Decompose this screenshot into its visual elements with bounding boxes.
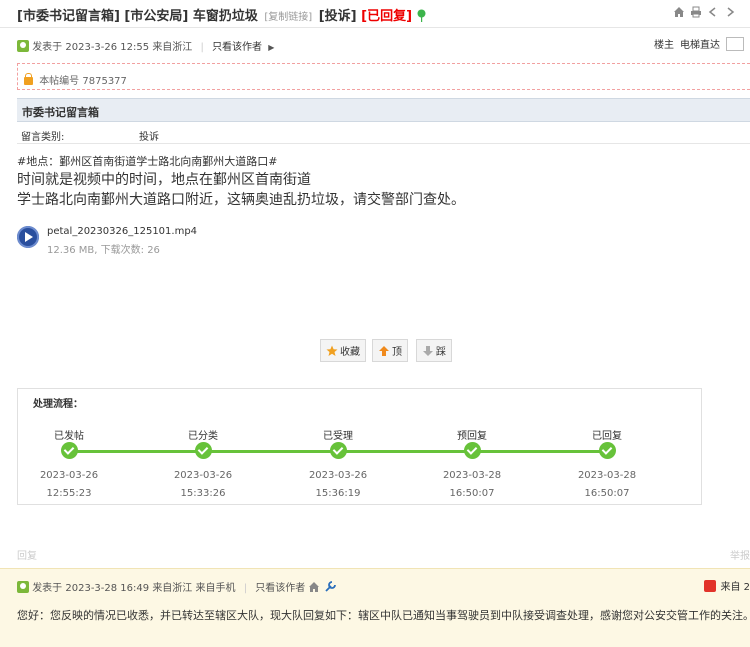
- home-icon[interactable]: [673, 6, 685, 18]
- check-icon: [329, 442, 347, 459]
- reply-only-author[interactable]: 只看该作者: [255, 583, 305, 594]
- lock-icon: [24, 73, 33, 85]
- attachment-filename[interactable]: petal_20230326_125101.mp4: [47, 226, 197, 237]
- category-value: 投诉: [139, 132, 159, 143]
- separator: |: [243, 583, 248, 594]
- home-icon[interactable]: [308, 581, 320, 593]
- category-row: 留言类别: 投诉: [17, 123, 750, 144]
- floor-label: 楼主: [654, 40, 674, 51]
- step-label: 预回复: [457, 431, 487, 442]
- chevron-right-icon: ▶: [268, 43, 275, 52]
- user-icon: [17, 40, 29, 52]
- top-tools: [673, 6, 736, 18]
- jump-input[interactable]: [726, 36, 744, 51]
- step-time: 16:50:07: [584, 488, 630, 499]
- step-label: 已发帖: [54, 431, 84, 442]
- step-date: 2023-03-26: [308, 470, 368, 481]
- reply-datetime: 2023-3-28 16:49: [65, 583, 150, 594]
- favorite-label: 收藏: [340, 347, 360, 358]
- print-icon[interactable]: [690, 6, 702, 18]
- step-time: 15:33:26: [180, 488, 226, 499]
- post-datetime: 2023-3-26 12:55: [65, 42, 150, 53]
- box-title: 市委书记留言箱: [17, 98, 750, 122]
- process-flow: 处理流程： 已发帖 2023-03-26 12:55:23 已分类 2023-0…: [17, 388, 702, 505]
- status-tag: [已回复]: [361, 9, 413, 24]
- location-hashtag[interactable]: #地点：鄞州区首南街道学士路北向南鄞州大道路口#: [17, 153, 277, 169]
- floor-controls: 楼主 电梯直达: [654, 36, 744, 51]
- content-line-1: 时间就是视频中的时间，地点在鄞州区首南街道: [17, 172, 311, 188]
- post-location: 来自浙江: [152, 42, 193, 53]
- user-icon: [17, 581, 29, 593]
- pin-icon: [417, 9, 426, 22]
- reply-source: 来自 2: [704, 578, 750, 593]
- process-step: 已回复 2023-03-28 16:50:07: [562, 427, 652, 499]
- reply-posted-label: 发表于: [32, 583, 63, 594]
- upvote-label: 顶: [392, 347, 402, 358]
- prev-icon[interactable]: [707, 6, 719, 18]
- star-icon: [326, 345, 338, 356]
- step-date: 2023-03-28: [577, 470, 637, 481]
- step-time: 16:50:07: [449, 488, 495, 499]
- dept-tag[interactable]: [市公安局]: [124, 9, 188, 24]
- content-line-2: 学士路北向南鄞州大道路口附近，这辆奥迪乱扔垃圾，请交警部门查处。: [17, 192, 465, 208]
- report-link[interactable]: 举报: [730, 547, 750, 562]
- downvote-label: 踩: [436, 347, 446, 358]
- complaint-tag[interactable]: [投诉]: [319, 9, 357, 24]
- check-icon: [60, 442, 78, 459]
- process-step: 已发帖 2023-03-26 12:55:23: [24, 427, 114, 499]
- downvote-button[interactable]: 踩: [416, 339, 452, 362]
- jump-label: 电梯直达: [680, 40, 720, 51]
- down-arrow-icon: [423, 345, 433, 356]
- reply-button[interactable]: 回复: [17, 547, 37, 562]
- check-icon: [463, 442, 481, 459]
- only-author-link[interactable]: 只看该作者: [212, 42, 262, 53]
- step-time: 12:55:23: [46, 488, 92, 499]
- reply-meta: 发表于 2023-3-28 16:49 来自浙江 来自手机 | 只看该作者: [17, 579, 336, 594]
- step-time: 15:36:19: [315, 488, 361, 499]
- process-step: 已受理 2023-03-26 15:36:19: [293, 427, 383, 499]
- play-icon[interactable]: [17, 226, 39, 248]
- forum-tag[interactable]: [市委书记留言箱]: [17, 9, 120, 24]
- up-arrow-icon: [379, 345, 389, 356]
- process-step: 已分类 2023-03-26 15:33:26: [158, 427, 248, 499]
- step-label: 已分类: [188, 431, 218, 442]
- step-label: 已受理: [323, 431, 353, 442]
- step-date: 2023-03-26: [173, 470, 233, 481]
- check-icon: [598, 442, 616, 459]
- post-meta: 发表于 2023-3-26 12:55 来自浙江 | 只看该作者 ▶: [17, 38, 274, 53]
- process-title: 处理流程：: [33, 399, 83, 410]
- posted-label: 发表于: [32, 42, 63, 53]
- step-label: 已回复: [592, 431, 622, 442]
- wrench-icon[interactable]: [324, 581, 336, 593]
- step-date: 2023-03-28: [442, 470, 502, 481]
- step-date: 2023-03-26: [39, 470, 99, 481]
- separator: |: [200, 42, 204, 53]
- check-icon: [194, 442, 212, 459]
- title-bar: [市委书记留言箱] [市公安局] 车窗扔垃圾 [复制链接] [投诉] [已回复]: [0, 0, 750, 28]
- thread-title: [市委书记留言箱] [市公安局] 车窗扔垃圾 [复制链接] [投诉] [已回复]: [17, 5, 426, 24]
- post-number: 本帖编号 7875377: [39, 76, 127, 87]
- attachment-info: 12.36 MB, 下载次数: 26: [47, 245, 160, 256]
- thread-subject: 车窗扔垃圾: [192, 9, 258, 24]
- upvote-button[interactable]: 顶: [372, 339, 408, 362]
- reply-body: 您好：您反映的情况已收悉，并已转达至辖区大队，现大队回复如下：辖区中队已通知当事…: [17, 609, 750, 622]
- copy-link[interactable]: [复制链接]: [264, 12, 312, 23]
- official-reply: 发表于 2023-3-28 16:49 来自浙江 来自手机 | 只看该作者 来自…: [0, 568, 750, 647]
- favorite-button[interactable]: 收藏: [320, 339, 366, 362]
- next-icon[interactable]: [724, 6, 736, 18]
- reply-location: 来自浙江 来自手机: [152, 583, 236, 594]
- source-badge-icon: [704, 579, 717, 592]
- post-number-box: 本帖编号 7875377: [17, 63, 750, 90]
- reply-source-text: 来自 2: [720, 582, 750, 593]
- process-step: 预回复 2023-03-28 16:50:07: [427, 427, 517, 499]
- category-label: 留言类别:: [21, 132, 65, 143]
